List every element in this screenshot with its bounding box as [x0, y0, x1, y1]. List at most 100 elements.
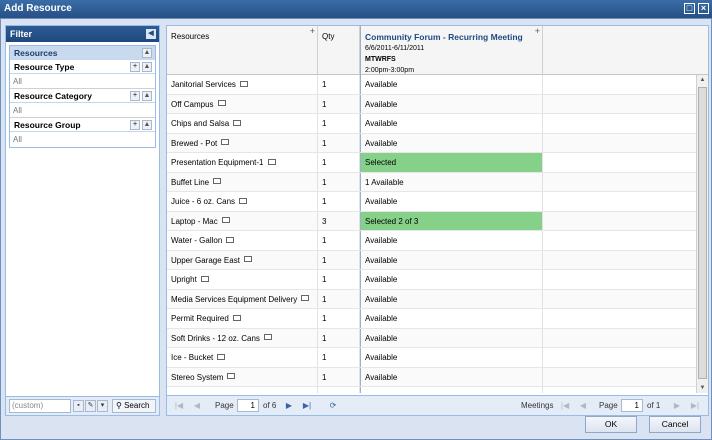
qty-cell[interactable]: 1 — [318, 367, 360, 386]
qty-cell[interactable]: 1 — [318, 250, 360, 269]
search-button[interactable]: ⚲ Search — [112, 399, 156, 413]
cancel-button[interactable]: Cancel — [649, 416, 701, 433]
notes-icon[interactable] — [267, 158, 276, 165]
qty-cell[interactable]: 1 — [318, 192, 360, 211]
availability-cell[interactable]: Available — [360, 75, 543, 94]
next-page-icon[interactable]: ▶ — [283, 400, 295, 412]
resource-name-cell[interactable]: Upright — [167, 270, 318, 289]
qty-cell[interactable]: 1 — [318, 309, 360, 328]
resource-name-cell[interactable]: Soft Drinks - 12 oz. Cans — [167, 328, 318, 347]
first-page-icon[interactable]: |◀ — [173, 400, 185, 412]
scroll-up-icon[interactable]: ▲ — [697, 75, 708, 85]
add-column-icon[interactable]: + — [310, 26, 315, 36]
close-icon[interactable]: × — [698, 3, 709, 14]
collapse-up-icon[interactable]: ▲ — [142, 91, 152, 101]
availability-cell[interactable]: Available — [360, 289, 543, 308]
column-header-meeting[interactable]: Community Forum - Recurring Meeting 6/6/… — [360, 26, 543, 75]
notes-icon[interactable] — [217, 353, 226, 360]
collapse-up-icon[interactable]: ▲ — [142, 48, 152, 58]
notes-icon[interactable] — [301, 295, 310, 302]
filter-section-resource-category[interactable]: Resource Category + ▲ — [10, 89, 155, 103]
table-row[interactable]: Upright 1 Available — [167, 270, 697, 290]
scrollbar-thumb[interactable] — [698, 87, 707, 379]
resource-name-cell[interactable]: Ice - Bucket — [167, 348, 318, 367]
table-row[interactable]: Soft Drinks - 12 oz. Cans 1 Available — [167, 328, 697, 348]
table-row[interactable]: Juice - 6 oz. Cans 1 Available — [167, 192, 697, 212]
add-icon[interactable]: + — [130, 120, 140, 130]
availability-cell[interactable]: Selected 2 of 3 — [360, 211, 543, 230]
qty-cell[interactable]: 1 — [318, 270, 360, 289]
table-row[interactable]: Donuts - Glazed 1Available — [167, 387, 697, 393]
last-page-icon[interactable]: ▶| — [301, 400, 313, 412]
resource-name-cell[interactable]: Media Services Equipment Delivery — [167, 289, 318, 308]
add-icon[interactable]: + — [130, 91, 140, 101]
qty-cell[interactable]: 1 — [318, 172, 360, 191]
table-row[interactable]: Laptop - Mac 3 Selected 2 of 3 — [167, 211, 697, 231]
availability-cell[interactable]: Available — [360, 367, 543, 386]
table-row[interactable]: Buffet Line 1 1 Available — [167, 172, 697, 192]
table-row[interactable]: Permit Required 1 Available — [167, 309, 697, 329]
resource-name-cell[interactable]: Laptop - Mac — [167, 211, 318, 230]
add-icon[interactable]: + — [130, 62, 140, 72]
notes-icon[interactable] — [243, 256, 252, 263]
collapse-left-icon[interactable]: ◀ — [146, 29, 156, 39]
table-row[interactable]: Upper Garage East 1 Available — [167, 250, 697, 270]
availability-cell[interactable]: Available — [360, 270, 543, 289]
availability-cell[interactable]: Available — [360, 114, 543, 133]
table-row[interactable]: Media Services Equipment Delivery 1 Availa… — [167, 289, 697, 309]
resource-name-cell[interactable]: Donuts - Glazed — [167, 387, 318, 393]
resource-name-cell[interactable]: Stereo System — [167, 367, 318, 386]
notes-icon[interactable] — [239, 80, 248, 87]
notes-icon[interactable] — [217, 100, 226, 107]
filter-section-resource-type[interactable]: Resource Type + ▲ — [10, 60, 155, 74]
table-row[interactable]: Chips and Salsa 1 Available — [167, 114, 697, 134]
qty-cell[interactable]: 1 — [318, 348, 360, 367]
notes-icon[interactable] — [227, 373, 236, 380]
availability-cell[interactable]: Available — [360, 309, 543, 328]
resource-name-cell[interactable]: Brewed - Pot — [167, 133, 318, 152]
qty-cell[interactable]: 3 — [318, 211, 360, 230]
resource-name-cell[interactable]: Upper Garage East — [167, 250, 318, 269]
chevron-down-icon[interactable]: ▾ — [97, 400, 108, 412]
edit-icon[interactable]: ✎ — [85, 400, 96, 412]
availability-cell[interactable]: Available — [360, 133, 543, 152]
scroll-down-icon[interactable]: ▼ — [697, 383, 708, 393]
custom-filter-input[interactable]: (custom) — [9, 399, 71, 413]
refresh-icon[interactable]: ⟳ — [327, 400, 339, 412]
table-row[interactable]: Presentation Equipment-1 1 Selected — [167, 153, 697, 173]
notes-icon[interactable] — [200, 275, 209, 282]
availability-cell[interactable]: Available — [360, 231, 543, 250]
availability-cell[interactable]: Available — [360, 387, 543, 393]
availability-cell[interactable]: Selected — [360, 153, 543, 172]
resource-name-cell[interactable]: Janitorial Services — [167, 75, 318, 94]
resource-name-cell[interactable]: Juice - 6 oz. Cans — [167, 192, 318, 211]
notes-icon[interactable] — [221, 139, 230, 146]
meetings-prev-page-icon[interactable]: ◀ — [577, 400, 589, 412]
qty-cell[interactable]: 1 — [318, 114, 360, 133]
qty-cell[interactable]: 1 — [318, 328, 360, 347]
meetings-next-page-icon[interactable]: ▶ — [671, 400, 683, 412]
save-icon[interactable]: ▪ — [73, 400, 84, 412]
qty-cell[interactable]: 1 — [318, 387, 360, 393]
notes-icon[interactable] — [239, 197, 248, 204]
table-row[interactable]: Janitorial Services 1 Available — [167, 75, 697, 95]
ok-button[interactable]: OK — [585, 416, 637, 433]
collapse-up-icon[interactable]: ▲ — [142, 120, 152, 130]
column-header-resources[interactable]: Resources + — [167, 26, 318, 75]
table-row[interactable]: Brewed - Pot 1 Available — [167, 133, 697, 153]
availability-cell[interactable]: Available — [360, 94, 543, 113]
notes-icon[interactable] — [232, 314, 241, 321]
availability-cell[interactable]: Available — [360, 192, 543, 211]
qty-cell[interactable]: 1 — [318, 153, 360, 172]
meetings-page-input[interactable]: 1 — [621, 399, 643, 412]
availability-cell[interactable]: Available — [360, 348, 543, 367]
resource-name-cell[interactable]: Off Campus — [167, 94, 318, 113]
filter-section-resource-group[interactable]: Resource Group + ▲ — [10, 118, 155, 132]
resource-name-cell[interactable]: Buffet Line — [167, 172, 318, 191]
notes-icon[interactable] — [226, 236, 235, 243]
prev-page-icon[interactable]: ◀ — [191, 400, 203, 412]
maximize-icon[interactable]: □ — [684, 3, 695, 14]
table-row[interactable]: Ice - Bucket 1 Available — [167, 348, 697, 368]
availability-cell[interactable]: Available — [360, 328, 543, 347]
collapse-up-icon[interactable]: ▲ — [142, 62, 152, 72]
